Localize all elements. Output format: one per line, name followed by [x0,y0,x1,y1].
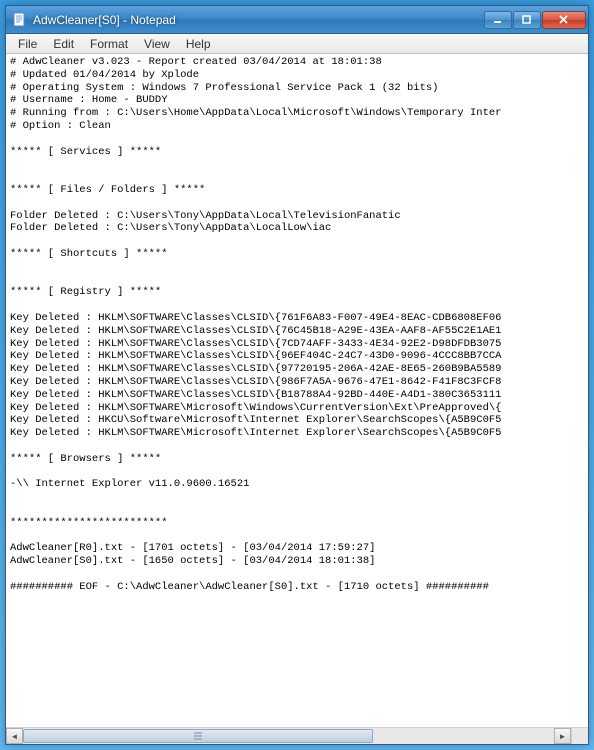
maximize-button[interactable] [513,11,541,29]
window-controls [484,11,586,29]
notepad-icon [12,12,28,28]
menu-edit[interactable]: Edit [45,35,82,53]
close-button[interactable] [542,11,586,29]
menubar: File Edit Format View Help [6,34,588,54]
scroll-track[interactable] [23,728,554,744]
scroll-left-button[interactable]: ◄ [6,728,23,744]
titlebar[interactable]: AdwCleaner[S0] - Notepad [6,6,588,34]
scroll-thumb[interactable] [23,729,373,743]
scroll-corner [571,728,588,744]
scroll-right-button[interactable]: ► [554,728,571,744]
text-editor[interactable]: # AdwCleaner v3.023 - Report created 03/… [6,54,588,727]
content-area: # AdwCleaner v3.023 - Report created 03/… [6,54,588,744]
menu-help[interactable]: Help [178,35,219,53]
minimize-button[interactable] [484,11,512,29]
notepad-window: AdwCleaner[S0] - Notepad File Edit Forma… [5,5,589,745]
window-title: AdwCleaner[S0] - Notepad [33,13,484,27]
menu-view[interactable]: View [136,35,178,53]
horizontal-scrollbar[interactable]: ◄ ► [6,727,588,744]
menu-format[interactable]: Format [82,35,136,53]
menu-file[interactable]: File [10,35,45,53]
